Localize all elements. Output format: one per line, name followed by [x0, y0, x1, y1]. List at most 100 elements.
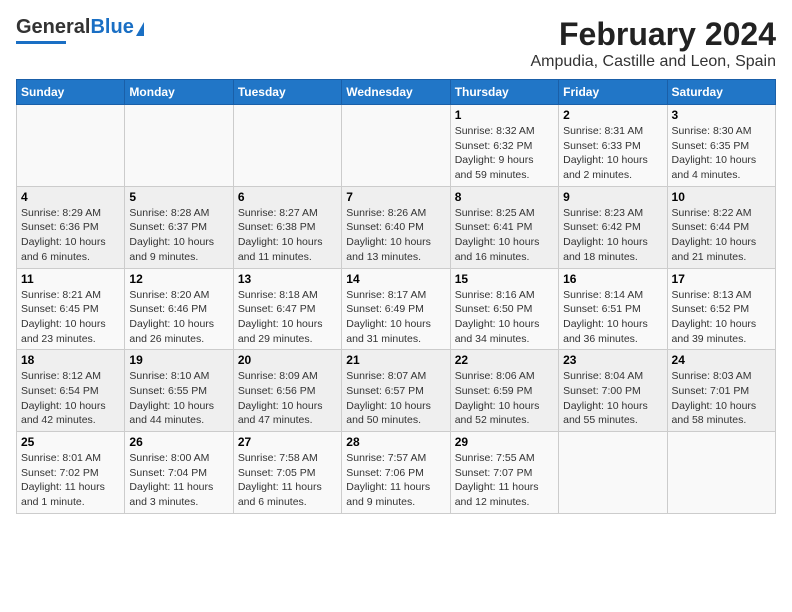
week-row-5: 25Sunrise: 8:01 AM Sunset: 7:02 PM Dayli…	[17, 432, 776, 514]
day-number: 13	[238, 272, 337, 286]
table-row: 4 Sunrise: 8:29 AM Sunset: 6:36 PM Daylig…	[17, 186, 125, 268]
day-info: Sunrise: 8:00 AM Sunset: 7:04 PM Dayligh…	[129, 451, 228, 510]
logo-blue-text: Blue	[90, 16, 133, 38]
day-info: Sunrise: 8:01 AM Sunset: 7:02 PM Dayligh…	[21, 451, 120, 510]
table-row	[233, 105, 341, 187]
day-info: Sunrise: 8:10 AM Sunset: 6:55 PM Dayligh…	[129, 369, 228, 428]
table-row: 25Sunrise: 8:01 AM Sunset: 7:02 PM Dayli…	[17, 432, 125, 514]
calendar-table: SundayMondayTuesdayWednesdayThursdayFrid…	[16, 79, 776, 514]
day-info: Sunrise: 7:58 AM Sunset: 7:05 PM Dayligh…	[238, 451, 337, 510]
table-row: 27 Sunrise: 7:58 AM Sunset: 7:05 PM Dayli…	[233, 432, 341, 514]
day-info: Sunrise: 8:06 AM Sunset: 6:59 PM Dayligh…	[455, 369, 554, 428]
table-row: 15 Sunrise: 8:16 AM Sunset: 6:50 PM Dayli…	[450, 268, 558, 350]
header-wednesday: Wednesday	[342, 80, 450, 105]
calendar-header: SundayMondayTuesdayWednesdayThursdayFrid…	[17, 80, 776, 105]
day-number: 5	[129, 190, 228, 204]
table-row: 17 Sunrise: 8:13 AM Sunset: 6:52 PM Dayli…	[667, 268, 775, 350]
day-number: 4	[21, 190, 120, 204]
table-row	[17, 105, 125, 187]
day-info: Sunrise: 8:16 AM Sunset: 6:50 PM Dayligh…	[455, 288, 554, 347]
day-info: Sunrise: 7:57 AM Sunset: 7:06 PM Dayligh…	[346, 451, 445, 510]
table-row: 14 Sunrise: 8:17 AM Sunset: 6:49 PM Dayli…	[342, 268, 450, 350]
day-number: 12	[129, 272, 228, 286]
day-number: 16	[563, 272, 662, 286]
day-info: Sunrise: 8:32 AM Sunset: 6:32 PM Dayligh…	[455, 124, 554, 183]
day-info: Sunrise: 8:25 AM Sunset: 6:41 PM Dayligh…	[455, 206, 554, 265]
table-row: 8 Sunrise: 8:25 AM Sunset: 6:41 PM Daylig…	[450, 186, 558, 268]
day-number: 24	[672, 353, 771, 367]
day-number: 26	[129, 435, 228, 449]
header-thursday: Thursday	[450, 80, 558, 105]
table-row: 10Sunrise: 8:22 AM Sunset: 6:44 PM Dayli…	[667, 186, 775, 268]
header-tuesday: Tuesday	[233, 80, 341, 105]
day-info: Sunrise: 8:30 AM Sunset: 6:35 PM Dayligh…	[672, 124, 771, 183]
table-row: 7Sunrise: 8:26 AM Sunset: 6:40 PM Daylig…	[342, 186, 450, 268]
day-number: 10	[672, 190, 771, 204]
day-number: 9	[563, 190, 662, 204]
week-row-2: 4 Sunrise: 8:29 AM Sunset: 6:36 PM Daylig…	[17, 186, 776, 268]
table-row: 12 Sunrise: 8:20 AM Sunset: 6:46 PM Dayli…	[125, 268, 233, 350]
day-info: Sunrise: 8:20 AM Sunset: 6:46 PM Dayligh…	[129, 288, 228, 347]
table-row	[125, 105, 233, 187]
table-row: 24 Sunrise: 8:03 AM Sunset: 7:01 PM Dayli…	[667, 350, 775, 432]
table-row: 2 Sunrise: 8:31 AM Sunset: 6:33 PM Daylig…	[559, 105, 667, 187]
page-subtitle: Ampudia, Castille and Leon, Spain	[531, 53, 777, 71]
day-number: 20	[238, 353, 337, 367]
day-info: Sunrise: 8:14 AM Sunset: 6:51 PM Dayligh…	[563, 288, 662, 347]
day-number: 15	[455, 272, 554, 286]
table-row: 26 Sunrise: 8:00 AM Sunset: 7:04 PM Dayli…	[125, 432, 233, 514]
table-row: 23Sunrise: 8:04 AM Sunset: 7:00 PM Dayli…	[559, 350, 667, 432]
day-info: Sunrise: 8:13 AM Sunset: 6:52 PM Dayligh…	[672, 288, 771, 347]
header-saturday: Saturday	[667, 80, 775, 105]
day-info: Sunrise: 8:31 AM Sunset: 6:33 PM Dayligh…	[563, 124, 662, 183]
logo-triangle-icon	[136, 22, 144, 36]
day-number: 17	[672, 272, 771, 286]
day-info: Sunrise: 8:21 AM Sunset: 6:45 PM Dayligh…	[21, 288, 120, 347]
day-number: 27	[238, 435, 337, 449]
day-info: Sunrise: 8:29 AM Sunset: 6:36 PM Dayligh…	[21, 206, 120, 265]
logo: GeneralBlue	[16, 16, 144, 44]
day-info: Sunrise: 8:09 AM Sunset: 6:56 PM Dayligh…	[238, 369, 337, 428]
table-row: 29Sunrise: 7:55 AM Sunset: 7:07 PM Dayli…	[450, 432, 558, 514]
day-number: 8	[455, 190, 554, 204]
day-info: Sunrise: 8:23 AM Sunset: 6:42 PM Dayligh…	[563, 206, 662, 265]
day-number: 11	[21, 272, 120, 286]
day-number: 7	[346, 190, 445, 204]
table-row: 20 Sunrise: 8:09 AM Sunset: 6:56 PM Dayli…	[233, 350, 341, 432]
table-row: 21Sunrise: 8:07 AM Sunset: 6:57 PM Dayli…	[342, 350, 450, 432]
week-row-4: 18 Sunrise: 8:12 AM Sunset: 6:54 PM Dayli…	[17, 350, 776, 432]
table-row: 9 Sunrise: 8:23 AM Sunset: 6:42 PM Daylig…	[559, 186, 667, 268]
week-row-3: 11 Sunrise: 8:21 AM Sunset: 6:45 PM Dayli…	[17, 268, 776, 350]
table-row: 6 Sunrise: 8:27 AM Sunset: 6:38 PM Daylig…	[233, 186, 341, 268]
day-number: 19	[129, 353, 228, 367]
day-info: Sunrise: 8:07 AM Sunset: 6:57 PM Dayligh…	[346, 369, 445, 428]
day-info: Sunrise: 8:28 AM Sunset: 6:37 PM Dayligh…	[129, 206, 228, 265]
header-sunday: Sunday	[17, 80, 125, 105]
week-row-1: 1Sunrise: 8:32 AM Sunset: 6:32 PM Daylig…	[17, 105, 776, 187]
day-info: Sunrise: 8:18 AM Sunset: 6:47 PM Dayligh…	[238, 288, 337, 347]
table-row: 13 Sunrise: 8:18 AM Sunset: 6:47 PM Dayli…	[233, 268, 341, 350]
day-info: Sunrise: 8:03 AM Sunset: 7:01 PM Dayligh…	[672, 369, 771, 428]
table-row	[342, 105, 450, 187]
table-row: 5 Sunrise: 8:28 AM Sunset: 6:37 PM Daylig…	[125, 186, 233, 268]
table-row: 3Sunrise: 8:30 AM Sunset: 6:35 PM Daylig…	[667, 105, 775, 187]
day-number: 18	[21, 353, 120, 367]
table-row	[559, 432, 667, 514]
day-number: 6	[238, 190, 337, 204]
header-friday: Friday	[559, 80, 667, 105]
day-info: Sunrise: 8:12 AM Sunset: 6:54 PM Dayligh…	[21, 369, 120, 428]
day-number: 29	[455, 435, 554, 449]
day-info: Sunrise: 8:27 AM Sunset: 6:38 PM Dayligh…	[238, 206, 337, 265]
table-row: 19 Sunrise: 8:10 AM Sunset: 6:55 PM Dayli…	[125, 350, 233, 432]
page-header: GeneralBlue February 2024 Ampudia, Casti…	[16, 16, 776, 71]
day-number: 2	[563, 108, 662, 122]
day-info: Sunrise: 8:17 AM Sunset: 6:49 PM Dayligh…	[346, 288, 445, 347]
day-number: 22	[455, 353, 554, 367]
title-section: February 2024 Ampudia, Castille and Leon…	[531, 16, 777, 71]
header-monday: Monday	[125, 80, 233, 105]
table-row: 22 Sunrise: 8:06 AM Sunset: 6:59 PM Dayli…	[450, 350, 558, 432]
day-number: 23	[563, 353, 662, 367]
table-row: 16 Sunrise: 8:14 AM Sunset: 6:51 PM Dayli…	[559, 268, 667, 350]
logo-general-text: General	[16, 16, 90, 38]
day-number: 14	[346, 272, 445, 286]
